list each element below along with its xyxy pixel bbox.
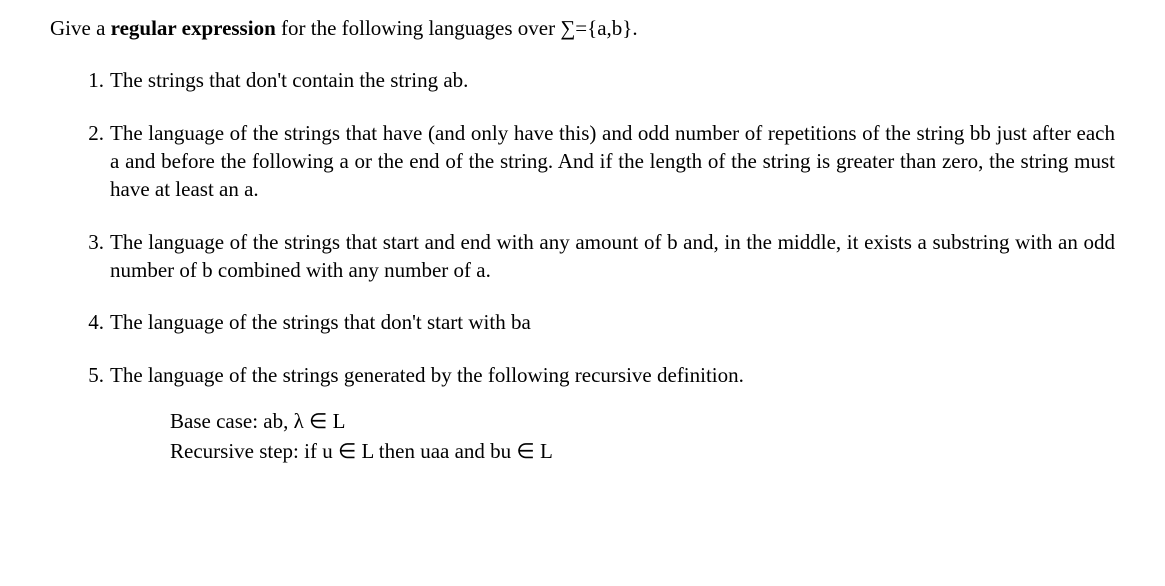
question-text: The language of the strings generated by… (110, 363, 744, 387)
question-item-2: 2. The language of the strings that have… (80, 119, 1115, 204)
question-text: The language of the strings that start a… (110, 230, 1115, 282)
question-text: The language of the strings that don't s… (110, 310, 531, 334)
prompt-after-bold: for the following languages over ∑={a,b}… (276, 16, 638, 40)
question-number: 1. (80, 66, 104, 94)
recursive-step: Recursive step: if u ∈ L then uaa and bu… (170, 437, 1115, 465)
recursive-definition: Base case: ab, λ ∈ L Recursive step: if … (110, 407, 1115, 466)
base-case: Base case: ab, λ ∈ L (170, 407, 1115, 435)
question-item-3: 3. The language of the strings that star… (80, 228, 1115, 285)
question-number: 4. (80, 308, 104, 336)
question-list: 1. The strings that don't contain the st… (50, 66, 1115, 465)
question-number: 5. (80, 361, 104, 389)
question-item-1: 1. The strings that don't contain the st… (80, 66, 1115, 94)
prompt-line: Give a regular expression for the follow… (50, 14, 1115, 42)
document-page: Give a regular expression for the follow… (0, 0, 1165, 510)
question-item-5: 5. The language of the strings generated… (80, 361, 1115, 466)
question-text: The strings that don't contain the strin… (110, 68, 468, 92)
question-text: The language of the strings that have (a… (110, 121, 1115, 202)
prompt-bold: regular expression (111, 16, 276, 40)
question-item-4: 4. The language of the strings that don'… (80, 308, 1115, 336)
question-number: 3. (80, 228, 104, 256)
question-number: 2. (80, 119, 104, 147)
prompt-before-bold: Give a (50, 16, 111, 40)
